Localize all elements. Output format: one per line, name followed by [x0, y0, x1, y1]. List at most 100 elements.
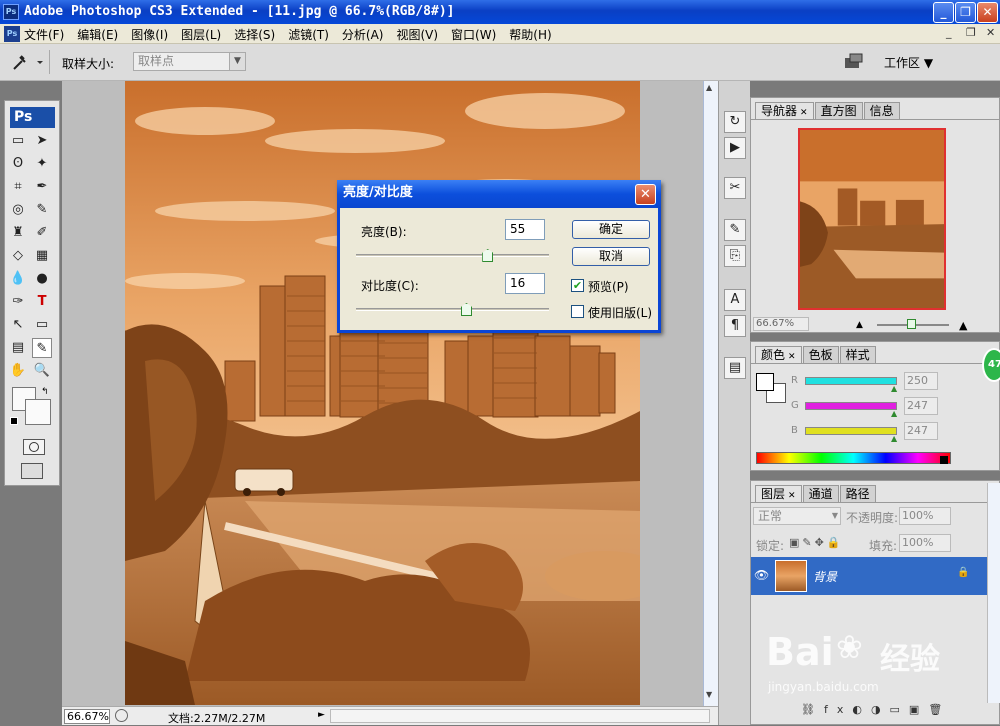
status-menu-icon[interactable]: ►	[318, 710, 325, 720]
panel-tab[interactable]: 颜色 ✕	[755, 346, 802, 363]
cancel-button[interactable]: 取消	[572, 247, 650, 266]
panel-tab[interactable]: 导航器 ✕	[755, 102, 814, 119]
brightness-slider-knob[interactable]	[482, 249, 494, 262]
doc-close-icon[interactable]: ✕	[986, 26, 995, 39]
actions-icon[interactable]: ▶	[724, 137, 746, 159]
status-icon[interactable]	[115, 709, 128, 722]
brightness-input[interactable]: 55	[505, 219, 545, 240]
ok-button[interactable]: 确定	[572, 220, 650, 239]
quick-mask-icon[interactable]	[23, 439, 45, 455]
zoom-field[interactable]: 66.67%	[64, 709, 110, 724]
doc-restore-icon[interactable]: ❐	[966, 26, 976, 39]
dialog-title-bar[interactable]: 亮度/对比度	[337, 180, 661, 208]
navigator-thumbnail[interactable]	[798, 128, 946, 310]
menu-item[interactable]: 文件(F)	[24, 26, 64, 43]
color-foreground-swatch[interactable]	[756, 373, 774, 391]
menu-item[interactable]: 分析(A)	[342, 26, 384, 43]
default-colors-icon[interactable]	[10, 417, 18, 425]
tab-close-icon[interactable]: ✕	[788, 352, 796, 362]
menu-item[interactable]: 帮助(H)	[509, 26, 551, 43]
menu-item[interactable]: 选择(S)	[234, 26, 275, 43]
gradient-tool-icon[interactable]: ▦	[32, 246, 52, 266]
brushes-icon[interactable]: ✎	[724, 219, 746, 241]
contrast-slider-track[interactable]	[356, 308, 549, 311]
side-badge[interactable]: 47	[982, 348, 1000, 382]
hand-tool-icon[interactable]: ✋	[8, 361, 28, 381]
tool-presets-icon[interactable]: ✂	[724, 177, 746, 199]
crop-tool-icon[interactable]: ⌗	[8, 177, 28, 197]
panel-tab[interactable]: 色板	[802, 346, 839, 363]
legacy-checkbox[interactable]	[571, 305, 584, 318]
channel-slider[interactable]	[805, 377, 897, 385]
workspace-menu[interactable]: 工作区 ▼	[884, 54, 933, 71]
screen-mode-icon[interactable]	[21, 463, 43, 479]
channel-slider-knob[interactable]: ▲	[891, 409, 897, 418]
navigator-zoom-field[interactable]: 66.67%	[753, 317, 809, 331]
menu-item[interactable]: 滤镜(T)	[288, 26, 329, 43]
horizontal-scrollbar[interactable]	[330, 709, 710, 723]
menu-item[interactable]: 窗口(W)	[451, 26, 496, 43]
move-tool-icon[interactable]: ➤	[32, 131, 52, 151]
contrast-input[interactable]: 16	[505, 273, 545, 294]
channel-slider[interactable]	[805, 427, 897, 435]
eyedropper-preset-picker[interactable]	[4, 50, 50, 74]
navigator-slider-knob[interactable]	[907, 319, 916, 329]
scroll-up-icon[interactable]: ▲	[706, 83, 712, 92]
tab-close-icon[interactable]: ✕	[800, 108, 808, 118]
swap-colors-icon[interactable]: ↰	[41, 387, 49, 397]
dodge-tool-icon[interactable]: ●	[32, 269, 52, 289]
minimize-button[interactable]: _	[933, 2, 954, 23]
panel-tab[interactable]: 图层 ✕	[755, 485, 802, 502]
channel-value[interactable]: 247	[904, 422, 938, 440]
maximize-button[interactable]: ❐	[955, 2, 976, 23]
panel-tab[interactable]: 信息	[863, 102, 900, 119]
panel-tab[interactable]: 通道	[802, 485, 839, 502]
brush-tool-icon[interactable]: ✎	[32, 200, 52, 220]
slice-tool-icon[interactable]: ✒	[32, 177, 52, 197]
tab-close-icon[interactable]: ✕	[788, 491, 796, 501]
vertical-scrollbar[interactable]: ▲ ▼	[703, 81, 718, 706]
zoom-in-icon[interactable]: ▲	[959, 319, 967, 332]
channel-value[interactable]: 247	[904, 397, 938, 415]
history-brush-tool-icon[interactable]: ✐	[32, 223, 52, 243]
channel-slider[interactable]	[805, 402, 897, 410]
ps-menu-icon[interactable]: Ps	[4, 26, 20, 42]
paragraph-icon[interactable]: ¶	[724, 315, 746, 337]
panel-tab[interactable]: 路径	[839, 485, 876, 502]
eyedropper-tool-icon[interactable]: ✎	[32, 338, 52, 358]
layer-visibility-eye-icon[interactable]: 👁	[754, 568, 769, 582]
blend-mode-select[interactable]: 正常 ▼	[753, 507, 841, 525]
clone-stamp-tool-icon[interactable]: ♜	[8, 223, 28, 243]
scroll-down-icon[interactable]: ▼	[706, 690, 712, 699]
opacity-field[interactable]: 100%	[899, 507, 951, 525]
magic-wand-tool-icon[interactable]: ✦	[32, 154, 52, 174]
pen-tool-icon[interactable]: ✑	[8, 292, 28, 312]
menu-item[interactable]: 视图(V)	[396, 26, 438, 43]
brightness-slider-track[interactable]	[356, 254, 549, 257]
channel-slider-knob[interactable]: ▲	[891, 434, 897, 443]
layer-name[interactable]: 背景	[813, 568, 837, 585]
healing-brush-tool-icon[interactable]: ◎	[8, 200, 28, 220]
path-selection-tool-icon[interactable]: ↖	[8, 315, 28, 335]
preview-checkbox[interactable]: ✔	[571, 279, 584, 292]
lock-icons[interactable]: ▣✎✥🔒	[789, 536, 844, 549]
channel-slider-knob[interactable]: ▲	[891, 384, 897, 393]
menu-item[interactable]: 图像(I)	[131, 26, 168, 43]
color-ramp[interactable]	[756, 452, 951, 464]
menu-item[interactable]: 编辑(E)	[77, 26, 118, 43]
dialog-close-button[interactable]: ✕	[635, 184, 656, 205]
zoom-tool-icon[interactable]: 🔍	[32, 361, 52, 381]
layers-footer-icons[interactable]: ⛓fx◐◑▭▣🗑	[801, 703, 951, 716]
layer-row-background[interactable]: 👁 背景 🔒	[751, 557, 987, 595]
zoom-out-icon[interactable]: ▲	[856, 320, 863, 330]
panel-tab[interactable]: 直方图	[814, 102, 863, 119]
rectangle-tool-icon[interactable]: ▭	[32, 315, 52, 335]
sample-size-select[interactable]: 取样点 ▼	[133, 52, 246, 71]
channel-value[interactable]: 250	[904, 372, 938, 390]
close-button[interactable]: ✕	[977, 2, 998, 23]
doc-minimize-icon[interactable]: _	[946, 26, 952, 39]
fill-field[interactable]: 100%	[899, 534, 951, 552]
color-ramp-black[interactable]	[940, 456, 948, 464]
character-icon[interactable]: A	[724, 289, 746, 311]
history-icon[interactable]: ↻	[724, 111, 746, 133]
